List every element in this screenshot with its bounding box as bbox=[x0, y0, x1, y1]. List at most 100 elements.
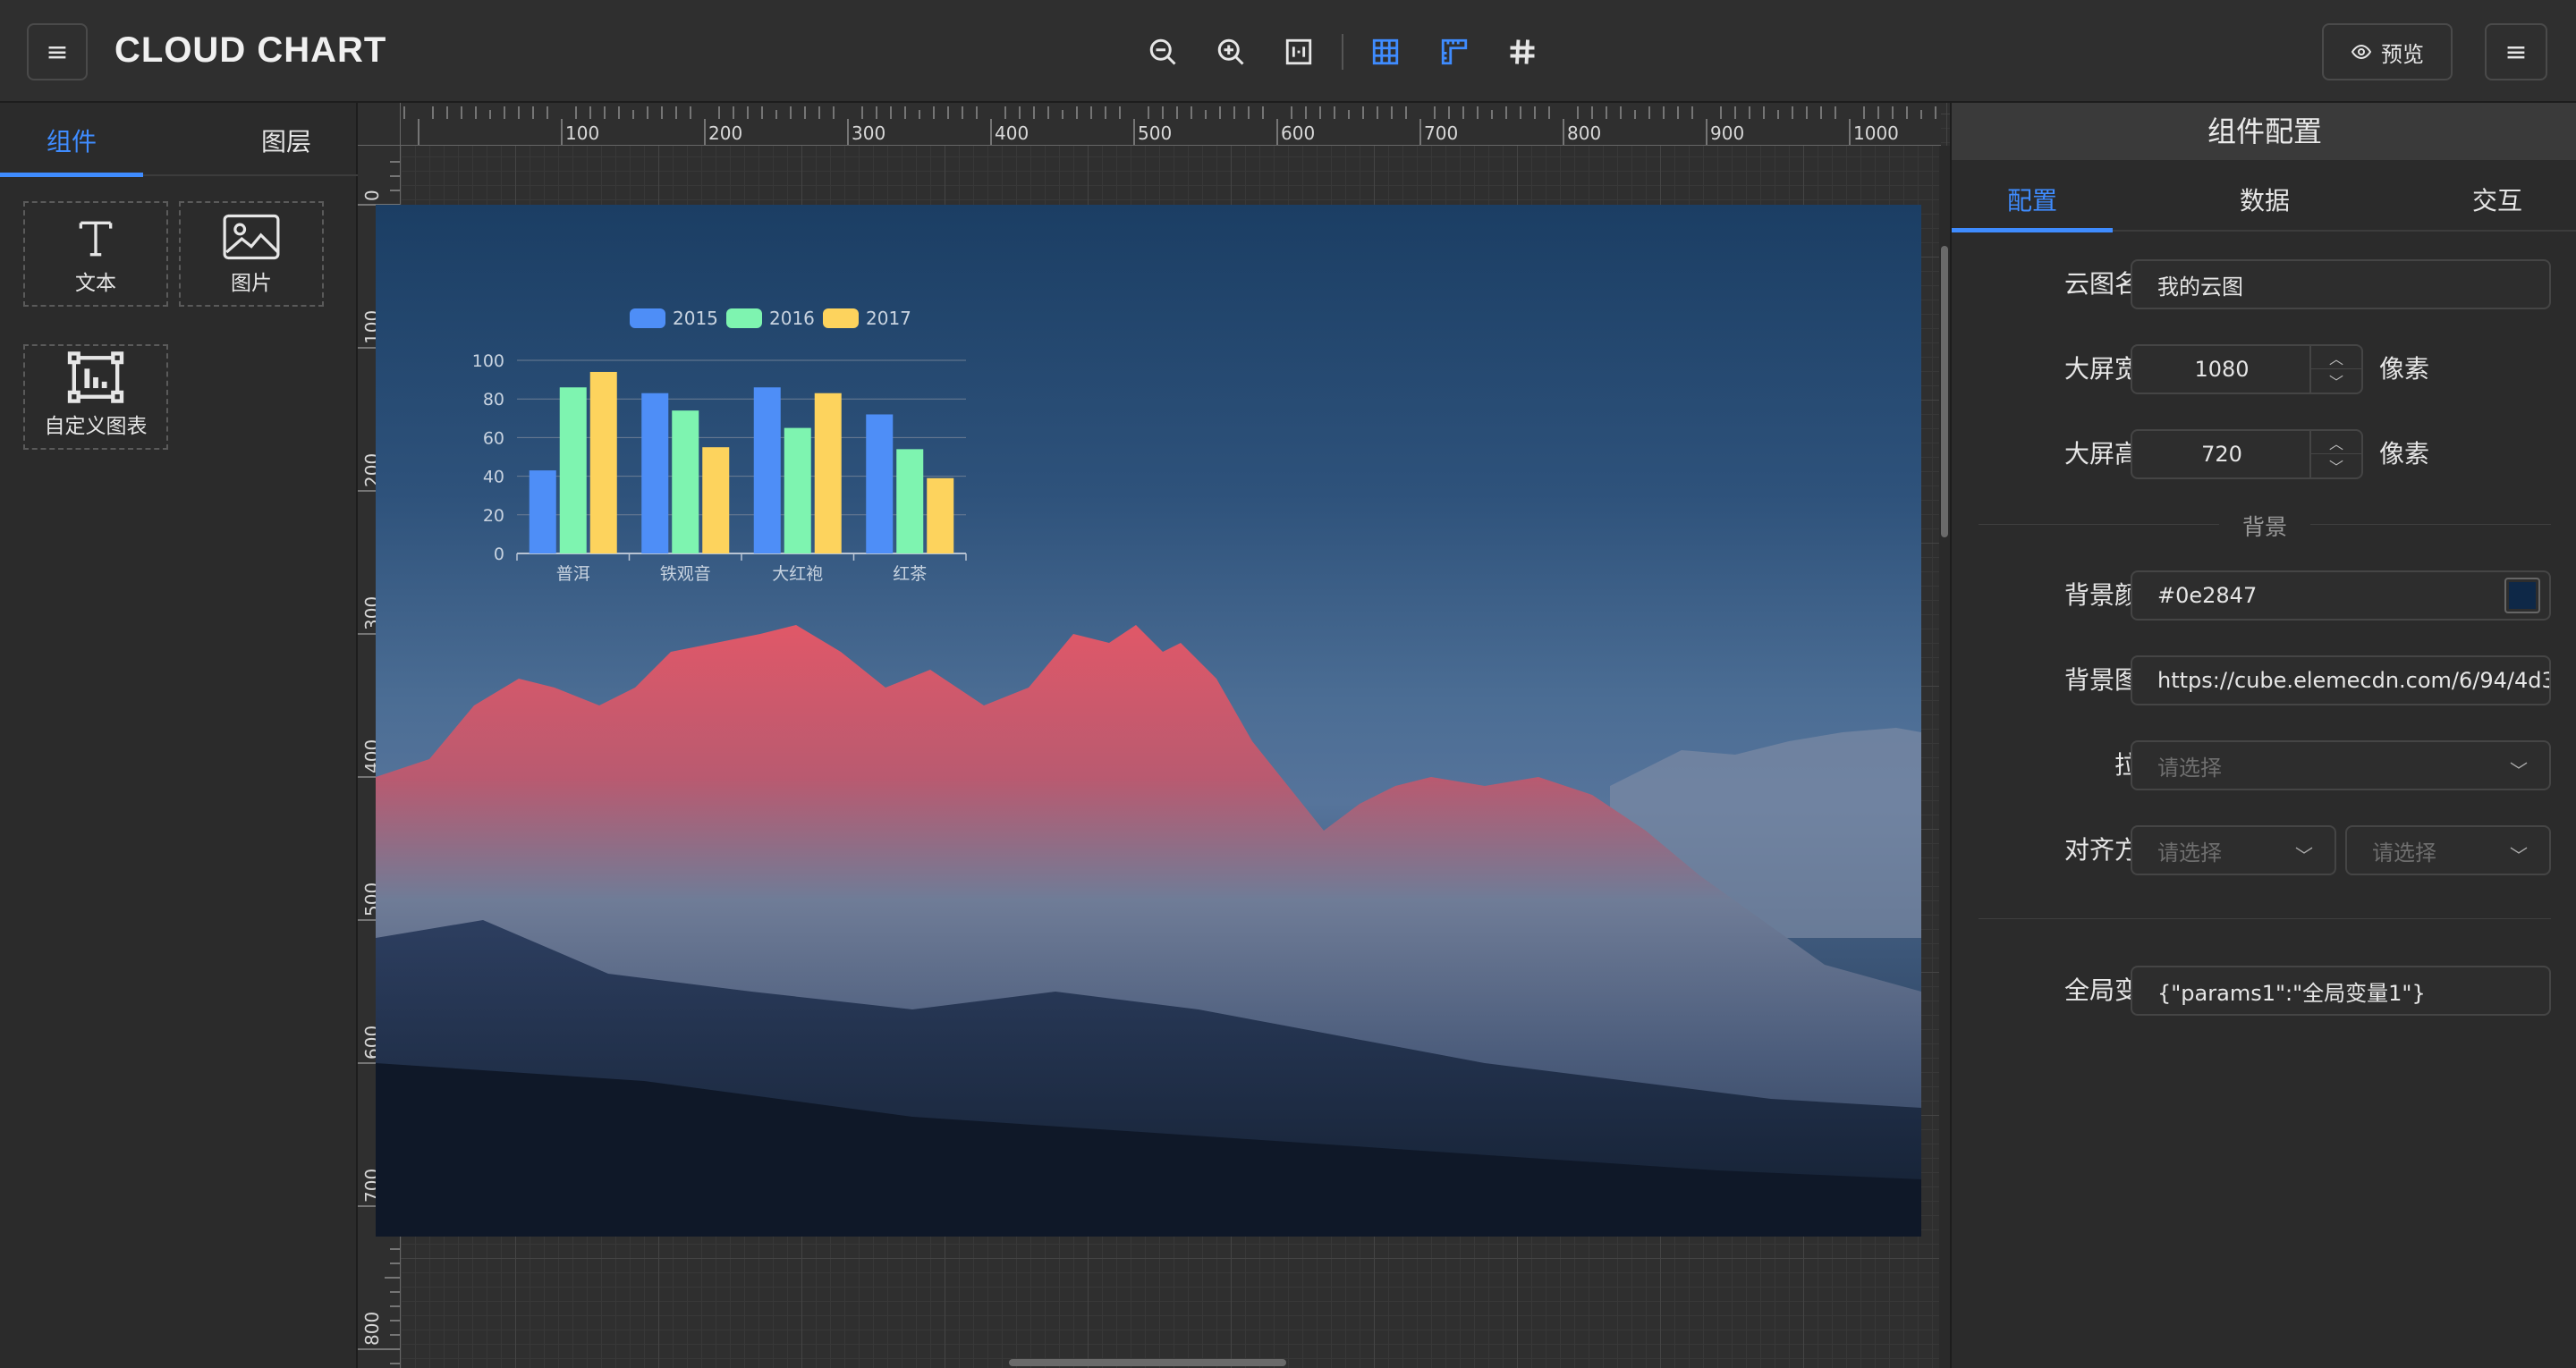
bg-color-value[interactable]: #0e2847 bbox=[2157, 583, 2257, 608]
ruler-toggle-icon bbox=[1441, 38, 1468, 65]
name-input[interactable]: 我的云图 bbox=[2131, 259, 2551, 309]
bar[interactable] bbox=[559, 387, 587, 553]
fit-screen-icon bbox=[1285, 38, 1312, 65]
ruler-label: 300 bbox=[852, 122, 886, 144]
bar[interactable] bbox=[814, 393, 842, 553]
increment-button[interactable]: ︿ bbox=[2311, 346, 2361, 369]
bar[interactable] bbox=[866, 414, 894, 553]
ruler-label: 100 bbox=[565, 122, 600, 144]
tab-data[interactable]: 数据 bbox=[2240, 182, 2290, 217]
preview-button[interactable]: 预览 bbox=[2322, 23, 2453, 80]
chevron-up-icon: ︿ bbox=[2328, 350, 2343, 367]
zoom-in-button[interactable] bbox=[1211, 32, 1250, 72]
increment-button[interactable]: ︿ bbox=[2311, 431, 2361, 454]
bar-chart-widget[interactable]: 2015 2016 2017 普洱 铁观音 大红袍 红茶 0 20 40 60 80 100 bbox=[438, 253, 1018, 629]
ruler-label: 1000 bbox=[1853, 122, 1899, 144]
legend-label: 2017 bbox=[866, 308, 911, 329]
tab-layers[interactable]: 图层 bbox=[261, 122, 311, 158]
y-tick-label: 0 bbox=[494, 545, 504, 564]
component-label: 文本 bbox=[75, 272, 116, 295]
align-select-horizontal[interactable]: 请选择 ﹀ bbox=[2131, 825, 2336, 875]
settings-menu-button[interactable]: ≡ bbox=[2485, 23, 2547, 80]
x-tick-label: 大红袍 bbox=[772, 564, 823, 584]
align-placeholder: 请选择 bbox=[2157, 840, 2222, 866]
fit-screen-button[interactable] bbox=[1279, 32, 1318, 72]
align-select-vertical[interactable]: 请选择 ﹀ bbox=[2345, 825, 2551, 875]
tab-components[interactable]: 组件 bbox=[47, 122, 97, 158]
bar[interactable] bbox=[672, 410, 699, 553]
width-unit: 像素 bbox=[2379, 354, 2430, 384]
zoom-out-button[interactable] bbox=[1143, 32, 1182, 72]
tab-config[interactable]: 配置 bbox=[2007, 182, 2057, 217]
config-panel: 组件配置 配置 数据 交互 云图名称 我的云图 大屏宽度 1080 ︿ ﹀ 像素… bbox=[1950, 103, 2576, 1368]
legend-label: 2015 bbox=[673, 308, 718, 329]
custom-chart-icon bbox=[67, 351, 124, 403]
design-canvas[interactable]: 100 200 300 400 500 600 700 800 900 1000 0 100 200 3… bbox=[358, 103, 1950, 1368]
chevron-down-icon: ﹀ bbox=[2328, 374, 2343, 391]
bar[interactable] bbox=[753, 387, 781, 553]
width-stepper[interactable]: 1080 ︿ ﹀ bbox=[2131, 344, 2363, 394]
component-image[interactable]: 图片 bbox=[179, 201, 324, 307]
chevron-down-icon: ﹀ bbox=[2328, 459, 2343, 476]
main-menu-button[interactable]: ≡ bbox=[27, 23, 88, 80]
hash-grid-icon bbox=[1510, 39, 1535, 64]
ruler-toggle-button[interactable] bbox=[1435, 32, 1474, 72]
ruler-label: 400 bbox=[995, 122, 1030, 144]
bar[interactable] bbox=[784, 427, 811, 553]
background-section-title: 背景 bbox=[1952, 510, 2576, 542]
horizontal-scroll-thumb[interactable] bbox=[1009, 1359, 1286, 1366]
section-divider bbox=[1979, 918, 2551, 919]
bar[interactable] bbox=[589, 371, 617, 553]
bar[interactable] bbox=[896, 449, 924, 553]
bar[interactable] bbox=[702, 447, 730, 553]
grid-toggle-button[interactable] bbox=[1366, 32, 1405, 72]
hamburger-icon: ≡ bbox=[2504, 36, 2528, 68]
toolbar-divider bbox=[1342, 34, 1343, 70]
horizontal-ruler: 100 200 300 400 500 600 700 800 900 1000 bbox=[401, 103, 1941, 146]
x-tick-label: 红茶 bbox=[893, 564, 927, 584]
ruler-label: 800 bbox=[1567, 122, 1602, 144]
artboard[interactable]: 2015 2016 2017 普洱 铁观音 大红袍 红茶 0 20 40 60 80 100 bbox=[376, 205, 1921, 1237]
height-unit: 像素 bbox=[2379, 439, 2430, 469]
color-picker-swatch[interactable] bbox=[2504, 578, 2540, 613]
swatch-fill bbox=[2509, 582, 2536, 609]
text-icon bbox=[79, 221, 113, 257]
ruler-label: 200 bbox=[708, 122, 743, 144]
top-bar: ≡ CLOUD CHART 预览 ≡ bbox=[0, 0, 2576, 103]
tab-interaction[interactable]: 交互 bbox=[2472, 182, 2522, 217]
y-tick-label: 80 bbox=[483, 390, 504, 410]
chevron-down-icon: ﹀ bbox=[2510, 760, 2528, 781]
ruler-label: 700 bbox=[1424, 122, 1459, 144]
chevron-up-icon: ︿ bbox=[2328, 435, 2343, 452]
stepper-buttons: ︿ ﹀ bbox=[2309, 431, 2361, 477]
global-var-input[interactable]: {"params1":"全局变量1"} bbox=[2131, 966, 2551, 1016]
bar[interactable] bbox=[529, 470, 556, 553]
chevron-down-icon: ﹀ bbox=[2295, 845, 2313, 866]
decrement-button[interactable]: ﹀ bbox=[2311, 454, 2361, 477]
hash-grid-button[interactable] bbox=[1503, 32, 1542, 72]
stretch-placeholder: 请选择 bbox=[2157, 755, 2222, 781]
hamburger-icon: ≡ bbox=[46, 36, 69, 68]
height-value[interactable]: 720 bbox=[2132, 431, 2311, 477]
bg-image-input[interactable]: https://cube.elemecdn.com/6/94/4d3ea bbox=[2131, 655, 2551, 705]
legend-swatch bbox=[823, 308, 859, 328]
component-text[interactable]: 文本 bbox=[23, 201, 168, 307]
width-value[interactable]: 1080 bbox=[2132, 346, 2311, 393]
vertical-scroll-thumb[interactable] bbox=[1941, 246, 1948, 537]
preview-label: 预览 bbox=[2381, 41, 2424, 67]
bg-color-input[interactable]: #0e2847 bbox=[2131, 570, 2551, 621]
decrement-button[interactable]: ﹀ bbox=[2311, 369, 2361, 393]
height-stepper[interactable]: 720 ︿ ﹀ bbox=[2131, 429, 2363, 479]
component-custom-chart[interactable]: 自定义图表 bbox=[23, 344, 168, 450]
stretch-select[interactable]: 请选择 ﹀ bbox=[2131, 740, 2551, 790]
legend-swatch bbox=[630, 308, 665, 328]
active-tab-indicator bbox=[1952, 228, 2113, 232]
ruler-label: 800 bbox=[361, 1311, 383, 1346]
bar[interactable] bbox=[927, 477, 954, 553]
x-tick-label: 普洱 bbox=[556, 564, 590, 584]
vertical-scrollbar[interactable] bbox=[1939, 146, 1950, 1368]
x-tick-label: 铁观音 bbox=[660, 564, 711, 584]
bar[interactable] bbox=[641, 393, 669, 553]
legend-swatch bbox=[726, 308, 762, 328]
y-tick-label: 40 bbox=[483, 468, 504, 487]
